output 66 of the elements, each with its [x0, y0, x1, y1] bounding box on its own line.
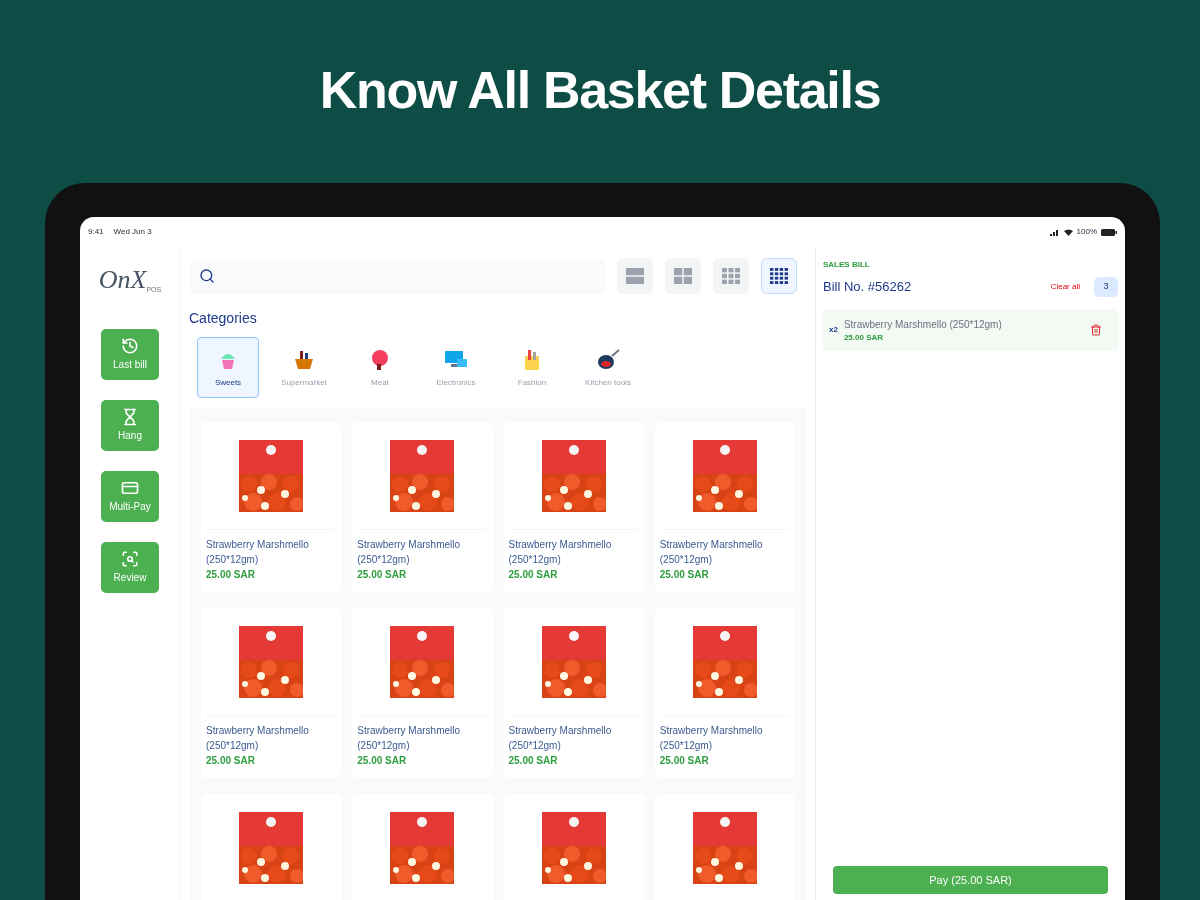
- credit-card-icon: [121, 479, 139, 497]
- view-toggle[interactable]: [665, 258, 701, 294]
- product-card[interactable]: Strawberry Marshmello (250*12gm) 25.00 SAR: [654, 422, 795, 592]
- item-count: 3: [1094, 277, 1118, 297]
- sidebar-button[interactable]: Review: [101, 542, 159, 593]
- search-field[interactable]: [189, 258, 605, 294]
- magnifier-icon: [121, 550, 139, 568]
- category-tab[interactable]: Sweets: [197, 337, 259, 398]
- headline: Know All Basket Details: [319, 59, 881, 121]
- product-card[interactable]: Strawberry Marshmello (250*12gm) 25.00 SAR: [503, 422, 644, 592]
- status-date: Wed Jun 3: [113, 226, 152, 238]
- product-card[interactable]: Strawberry Marshmello (250*12gm) 25.00 SAR: [201, 422, 342, 592]
- view-toggle[interactable]: [713, 258, 749, 294]
- history-icon: [121, 337, 139, 355]
- sidebar-button[interactable]: Hang: [101, 400, 159, 451]
- product-price: 25.00 SAR: [356, 754, 408, 768]
- product-price: 25.00 SAR: [658, 754, 710, 768]
- signal-icon: [1049, 228, 1060, 236]
- product-price: 25.00 SAR: [507, 568, 559, 582]
- product-card[interactable]: Strawberry Marshmello (250*12gm) 25.00 SAR: [352, 608, 493, 778]
- product-name: Strawberry Marshmello (250*12gm): [658, 724, 764, 753]
- product-price: 25.00 SAR: [658, 568, 710, 582]
- view-toggle[interactable]: [617, 258, 653, 294]
- product-name: Strawberry Marshmello (250*12gm): [356, 538, 462, 567]
- layout-icon: [626, 268, 644, 284]
- bill-item[interactable]: x2 Strawberry Marshmello (250*12gm) 25.00 SAR: [823, 309, 1118, 351]
- item-quantity: x2: [829, 324, 838, 336]
- product-card[interactable]: Strawberry Marshmello (250*12gm) 25.00 SAR: [201, 608, 342, 778]
- product-price: 25.00 SAR: [205, 568, 256, 582]
- wifi-icon: [1063, 228, 1073, 236]
- sidebar-button[interactable]: Last bill: [101, 329, 159, 380]
- category-tab[interactable]: Fashion: [501, 337, 563, 398]
- product-name: Strawberry Marshmello (250*12gm): [205, 724, 310, 753]
- layout-icon: [674, 268, 692, 284]
- layout-icon: [722, 268, 740, 284]
- category-tab[interactable]: Supermarket: [273, 337, 335, 398]
- product-name: Strawberry Marshmello (250*12gm): [205, 538, 310, 567]
- sidebar-button[interactable]: Multi-Pay: [101, 471, 159, 522]
- layout-icon: [770, 268, 788, 284]
- item-price: 25.00 SAR: [843, 331, 885, 344]
- delete-icon[interactable]: [1090, 324, 1102, 336]
- product-price: 25.00 SAR: [205, 754, 256, 768]
- hourglass-icon: [121, 408, 139, 426]
- category-tab[interactable]: Kitchen tools: [577, 337, 639, 398]
- view-toggle[interactable]: [761, 258, 797, 294]
- category-tab[interactable]: Electronics: [425, 337, 487, 398]
- bill-number: Bill No. #56262: [823, 278, 913, 297]
- clear-all-link[interactable]: Clear all: [1050, 281, 1080, 293]
- product-card[interactable]: Strawberry Marshmello (250*12gm) 25.00 SAR: [654, 608, 795, 778]
- product-name: Strawberry Marshmello (250*12gm): [658, 538, 764, 567]
- battery-level: 100%: [1076, 226, 1097, 238]
- categories-heading: Categories: [188, 309, 258, 328]
- search-icon: [199, 268, 215, 284]
- product-price: 25.00 SAR: [507, 754, 559, 768]
- category-tab[interactable]: Meat: [349, 337, 411, 398]
- pay-button[interactable]: Pay (25.00 SAR): [833, 866, 1108, 894]
- status-time: 9:41: [88, 226, 104, 238]
- product-card[interactable]: Strawberry Marshmello (250*12gm) 25.00 SAR: [352, 422, 493, 592]
- item-name: Strawberry Marshmello (250*12gm): [843, 317, 1003, 332]
- product-card[interactable]: Strawberry Marshmello (250*12gm) 25.00 SAR: [503, 608, 644, 778]
- sales-bill-label: SALES BILL: [823, 259, 871, 271]
- product-name: Strawberry Marshmello (250*12gm): [507, 538, 613, 567]
- battery-icon: [1101, 228, 1117, 236]
- product-name: Strawberry Marshmello (250*12gm): [356, 724, 462, 753]
- product-name: Strawberry Marshmello (250*12gm): [507, 724, 613, 753]
- product-price: 25.00 SAR: [356, 568, 408, 582]
